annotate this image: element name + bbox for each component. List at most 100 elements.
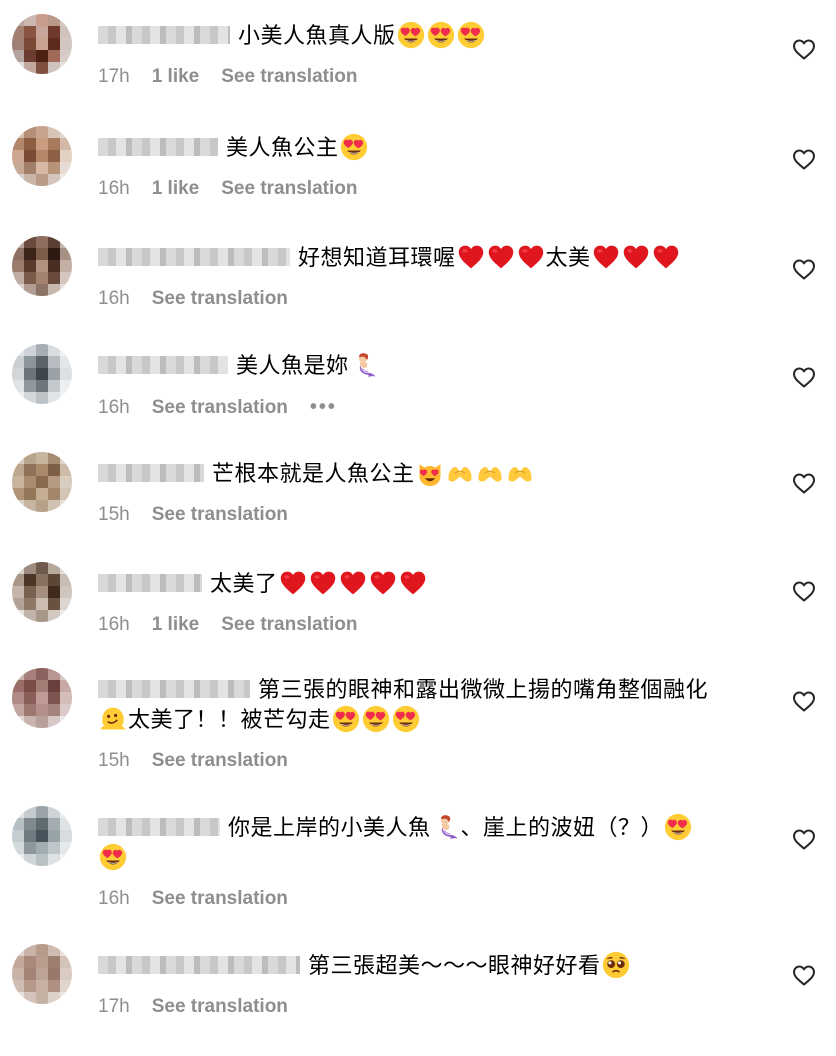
comment-text-part: 太美了！！被芒勾走: [128, 708, 331, 733]
heart-hands-icon: [446, 459, 474, 487]
comment-meta: 15h See translation: [98, 504, 748, 526]
comment-text: 第三張超美～～～眼神好好看: [98, 951, 748, 982]
red-heart-icon: [652, 243, 680, 271]
avatar[interactable]: [12, 944, 72, 1004]
red-heart-icon: [592, 243, 620, 271]
timestamp: 16h: [98, 888, 130, 909]
comment-text-part: 小美人魚真人版: [238, 24, 396, 49]
red-heart-icon: [517, 243, 545, 271]
like-heart-icon[interactable]: [792, 828, 816, 850]
comment-text: 美人魚是妳: [98, 352, 748, 382]
username[interactable]: [98, 818, 220, 836]
avatar[interactable]: [12, 668, 72, 728]
comment-text-part: 芒根本就是人魚公主: [212, 462, 415, 487]
see-translation-link[interactable]: See translation: [152, 288, 288, 310]
comment-text-part: 你是上岸的小美人魚: [228, 816, 431, 841]
smiling-cat-heart-eyes-icon: [416, 459, 444, 487]
avatar[interactable]: [12, 562, 72, 622]
like-heart-icon[interactable]: [792, 472, 816, 494]
timestamp: 16h: [98, 396, 130, 418]
avatar[interactable]: [12, 452, 72, 512]
comment-text-part: 美人魚是妳: [236, 354, 349, 379]
avatar[interactable]: [12, 806, 72, 866]
avatar[interactable]: [12, 126, 72, 186]
comment-text: 好想知道耳環喔 太美: [98, 244, 748, 274]
see-translation-link[interactable]: See translation: [152, 750, 288, 772]
comment-body: 美人魚是妳 16h See translation •••: [98, 352, 748, 419]
red-heart-icon: [457, 243, 485, 271]
melting-face-icon: [99, 705, 127, 733]
pleading-face-icon: [602, 951, 630, 979]
username[interactable]: [98, 26, 230, 44]
comment-text: 太美了: [98, 570, 748, 600]
comment-meta: 15h See translation: [98, 750, 748, 772]
see-translation-link[interactable]: See translation: [152, 397, 288, 419]
username[interactable]: [98, 464, 204, 482]
comment-text-part: 第三張的眼神和露出微微上揚的嘴角整個融化: [258, 678, 709, 703]
timestamp: 16h: [98, 288, 130, 309]
see-translation-link[interactable]: See translation: [152, 996, 288, 1018]
comment-body: 第三張的眼神和露出微微上揚的嘴角整個融化太美了！！被芒勾走 15h See tran…: [98, 676, 748, 772]
username[interactable]: [98, 248, 290, 266]
comment-text-part: 太美: [545, 246, 591, 271]
username[interactable]: [98, 680, 250, 698]
username[interactable]: [98, 574, 202, 592]
like-heart-icon[interactable]: [792, 148, 816, 170]
comment-text-part: 太美了: [210, 572, 278, 597]
like-heart-icon[interactable]: [792, 690, 816, 712]
timestamp: 15h: [98, 504, 130, 525]
timestamp: 15h: [98, 750, 130, 771]
like-heart-icon[interactable]: [792, 258, 816, 280]
comment-meta: 16h See translation: [98, 888, 748, 910]
username[interactable]: [98, 956, 300, 974]
see-translation-link[interactable]: See translation: [221, 614, 357, 636]
comment-meta: 16h See translation: [98, 288, 748, 310]
like-heart-icon[interactable]: [792, 366, 816, 388]
see-translation-link[interactable]: See translation: [221, 178, 357, 200]
comment-body: 芒根本就是人魚公主 15h See translation: [98, 460, 748, 526]
like-heart-icon[interactable]: [792, 38, 816, 60]
comment-body: 好想知道耳環喔 太美 16h See translation: [98, 244, 748, 310]
more-options-icon[interactable]: •••: [310, 396, 337, 419]
see-translation-link[interactable]: See translation: [221, 66, 357, 88]
see-translation-link[interactable]: See translation: [152, 888, 288, 910]
timestamp: 17h: [98, 996, 130, 1017]
like-count[interactable]: 1 like: [152, 66, 200, 88]
heart-eyes-icon: [397, 21, 425, 49]
heart-eyes-icon: [362, 705, 390, 733]
red-heart-icon: [487, 243, 515, 271]
like-heart-icon[interactable]: [792, 964, 816, 986]
heart-eyes-icon: [392, 705, 420, 733]
comment-meta: 16h 1 like See translation: [98, 178, 748, 200]
comment-body: 第三張超美～～～眼神好好看 17h See translation: [98, 951, 748, 1018]
comment-meta: 17h See translation: [98, 996, 748, 1018]
mermaid-icon: [432, 813, 460, 841]
comment-text-part: 第三張超美～～～眼神好好看: [308, 954, 601, 979]
comment-meta: 17h 1 like See translation: [98, 66, 748, 88]
comment-text: 第三張的眼神和露出微微上揚的嘴角整個融化: [98, 676, 748, 706]
timestamp: 17h: [98, 66, 130, 87]
see-translation-link[interactable]: See translation: [152, 504, 288, 526]
heart-hands-icon: [476, 459, 504, 487]
heart-eyes-icon: [332, 705, 360, 733]
comment-body: 小美人魚真人版 17h 1 like See translation: [98, 21, 748, 88]
like-count[interactable]: 1 like: [152, 614, 200, 636]
comment-text: 芒根本就是人魚公主: [98, 460, 748, 490]
like-heart-icon[interactable]: [792, 580, 816, 602]
red-heart-icon: [369, 569, 397, 597]
comment-meta: 16h See translation •••: [98, 396, 748, 419]
avatar[interactable]: [12, 236, 72, 296]
avatar[interactable]: [12, 344, 72, 404]
username[interactable]: [98, 138, 218, 156]
heart-hands-icon: [506, 459, 534, 487]
avatar[interactable]: [12, 14, 72, 74]
heart-eyes-icon: [664, 813, 692, 841]
comment-text: 小美人魚真人版: [98, 21, 748, 52]
mermaid-icon: [350, 351, 378, 379]
comment-text-line-2: 太美了！！被芒勾走: [98, 705, 748, 736]
username[interactable]: [98, 356, 228, 374]
heart-eyes-icon: [427, 21, 455, 49]
like-count[interactable]: 1 like: [152, 178, 200, 200]
red-heart-icon: [339, 569, 367, 597]
heart-eyes-icon: [457, 21, 485, 49]
